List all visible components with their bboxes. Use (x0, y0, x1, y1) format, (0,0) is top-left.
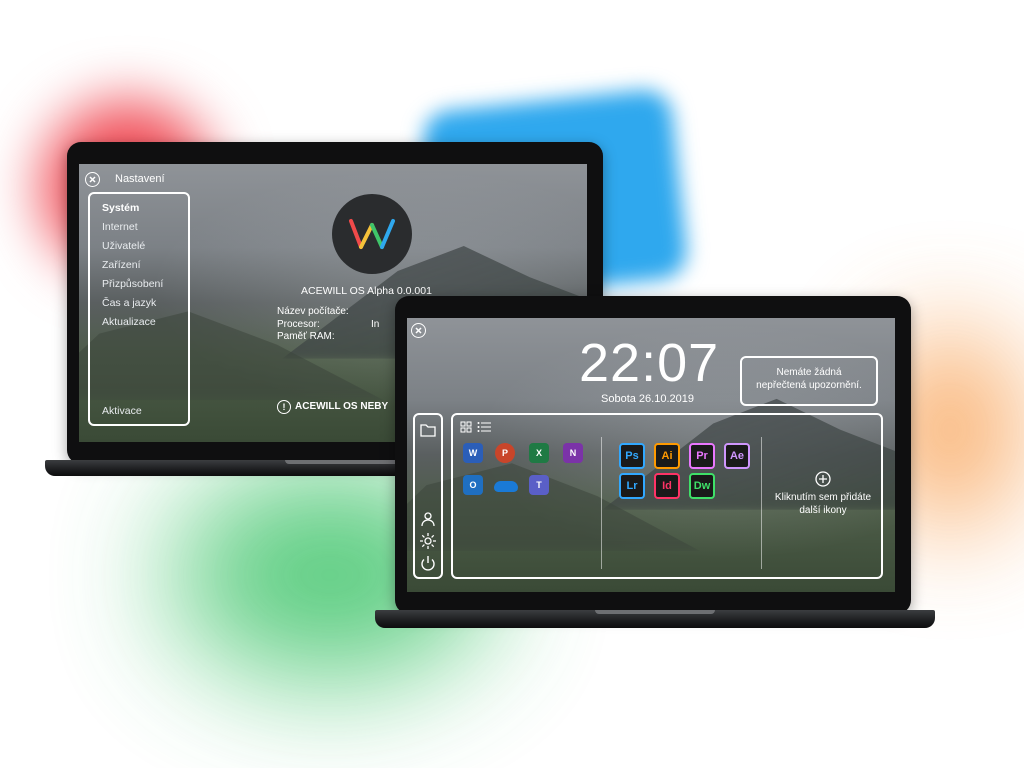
photoshop-icon[interactable]: Ps (619, 443, 645, 469)
menu-item-devices[interactable]: Zařízení (102, 259, 141, 271)
indesign-icon[interactable]: Id (654, 473, 680, 499)
warning-icon: ! (277, 400, 291, 414)
acewill-w-icon (349, 219, 395, 249)
onenote-icon[interactable]: N (563, 443, 583, 463)
plus-circle-icon (815, 471, 831, 487)
separator-line (761, 437, 762, 569)
add-icons-button[interactable]: Kliknutím sem přidáte další ikony (771, 471, 875, 521)
power-icon[interactable] (419, 555, 437, 573)
illustrator-icon[interactable]: Ai (654, 443, 680, 469)
menu-item-system[interactable]: Systém (102, 202, 139, 214)
list-view-icon[interactable] (477, 421, 491, 433)
apps-panel: W P X N O T Ps Ai Pr Ae Lr Id Dw Kliknut… (451, 413, 883, 579)
clock-date: Sobota 26.10.2019 (601, 393, 694, 405)
user-icon[interactable] (420, 511, 436, 527)
acewill-logo (332, 194, 412, 274)
close-desktop-button[interactable] (411, 323, 426, 338)
add-icons-label: Kliknutím sem přidáte další ikony (774, 492, 872, 516)
powerpoint-icon[interactable]: P (495, 443, 515, 463)
grid-view-icon[interactable] (460, 421, 472, 433)
clock-time: 22:07 (579, 333, 720, 393)
info-label-processor: Procesor: (277, 319, 320, 330)
excel-icon[interactable]: X (529, 443, 549, 463)
menu-item-activation[interactable]: Aktivace (102, 405, 142, 417)
menu-item-personalization[interactable]: Přizpůsobení (102, 278, 163, 290)
notifications-panel[interactable]: Nemáte žádná nepřečtená upozornění. (740, 356, 878, 406)
lightroom-icon[interactable]: Lr (619, 473, 645, 499)
notification-text: Nemáte žádná nepřečtená upozornění. (756, 367, 862, 391)
side-dock (413, 413, 443, 579)
close-icon (415, 327, 422, 334)
menu-item-users[interactable]: Uživatelé (102, 240, 145, 252)
settings-title: Nastavení (115, 173, 165, 185)
word-icon[interactable]: W (463, 443, 483, 463)
premiere-icon[interactable]: Pr (689, 443, 715, 469)
separator-line (601, 437, 602, 569)
desktop-screen: 22:07 Sobota 26.10.2019 Nemáte žádná nep… (407, 318, 895, 592)
close-icon (89, 176, 96, 183)
info-label-computer-name: Název počítače: (277, 306, 349, 317)
laptop-desktop: 22:07 Sobota 26.10.2019 Nemáte žádná nep… (375, 296, 935, 636)
onedrive-icon[interactable] (494, 481, 518, 492)
laptop-lid: 22:07 Sobota 26.10.2019 Nemáte žádná nep… (395, 296, 911, 614)
teams-icon[interactable]: T (529, 475, 549, 495)
dreamweaver-icon[interactable]: Dw (689, 473, 715, 499)
gear-icon[interactable] (419, 532, 437, 550)
after-effects-icon[interactable]: Ae (724, 443, 750, 469)
folder-icon[interactable] (420, 423, 436, 437)
menu-item-time-language[interactable]: Čas a jazyk (102, 297, 156, 309)
menu-item-updates[interactable]: Aktualizace (102, 316, 156, 328)
info-label-ram: Paměť RAM: (277, 331, 335, 342)
menu-item-internet[interactable]: Internet (102, 221, 138, 233)
outlook-icon[interactable]: O (463, 475, 483, 495)
close-settings-button[interactable] (85, 172, 100, 187)
laptop-base (375, 610, 935, 628)
settings-sidebar: Systém Internet Uživatelé Zařízení Přizp… (88, 192, 190, 426)
